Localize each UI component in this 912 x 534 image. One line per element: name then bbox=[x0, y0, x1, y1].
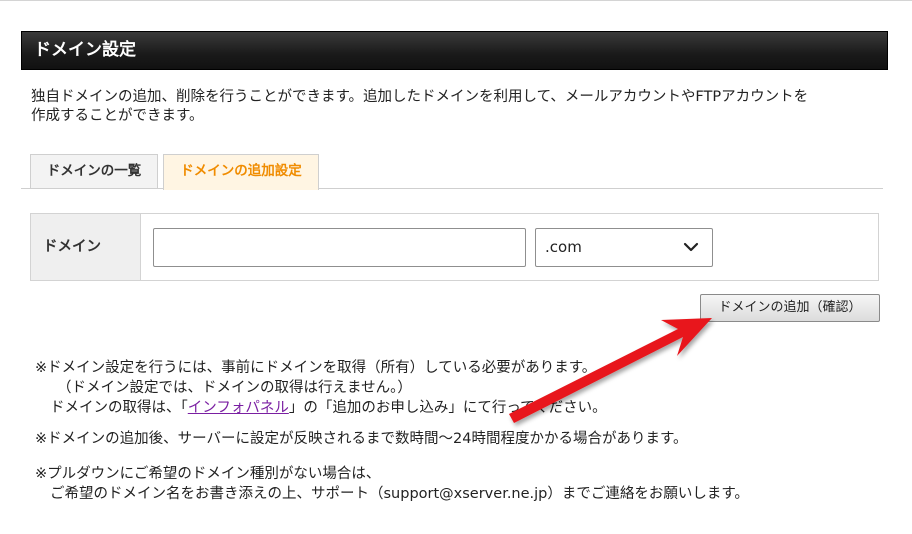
note-1-line-1: ※ドメイン設定を行うには、事前にドメインを取得（所有）している必要があります。 bbox=[35, 360, 597, 376]
domain-input[interactable] bbox=[153, 228, 526, 267]
add-domain-confirm-button[interactable]: ドメインの追加（確認） bbox=[700, 294, 880, 322]
tld-selected-value: .com bbox=[545, 238, 582, 256]
note-2: ※ドメインの追加後、サーバーに設定が反映されるまで数時間～24時間程度かかる場合… bbox=[35, 431, 688, 447]
tld-select[interactable]: .com bbox=[535, 228, 713, 267]
note-1-line-2: （ドメイン設定では、ドメインの取得は行えません。） bbox=[57, 380, 412, 396]
chevron-down-icon bbox=[683, 242, 699, 252]
note-3-line-1: ※プルダウンにご希望のドメイン種別がない場合は、 bbox=[35, 466, 381, 482]
page-title: ドメイン設定 bbox=[21, 31, 888, 70]
note-1-line-3: ドメインの取得は、「インフォパネル」の「追加のお申し込み」にて行ってください。 bbox=[35, 400, 607, 416]
note-1-line-3-post: 」の「追加のお申し込み」にて行ってください。 bbox=[288, 400, 607, 416]
domain-form: ドメイン .com bbox=[30, 213, 879, 281]
description-line-2: 作成することができます。 bbox=[31, 108, 204, 124]
page-description: 独自ドメインの追加、削除を行うことができます。追加したドメインを利用して、メール… bbox=[31, 88, 891, 126]
note-1: ※ドメイン設定を行うには、事前にドメインを取得（所有）している必要があります。 … bbox=[35, 358, 607, 418]
note-3: ※プルダウンにご希望のドメイン種別がない場合は、 ご希望のドメイン名をお書き添え… bbox=[35, 464, 749, 504]
info-panel-link[interactable]: インフォパネル bbox=[188, 400, 289, 416]
tab-domain-add[interactable]: ドメインの追加設定 bbox=[163, 154, 319, 190]
tab-domain-list[interactable]: ドメインの一覧 bbox=[30, 154, 158, 189]
top-divider bbox=[0, 0, 912, 1]
description-line-1: 独自ドメインの追加、削除を行うことができます。追加したドメインを利用して、メール… bbox=[31, 89, 809, 105]
domain-label: ドメイン bbox=[31, 214, 141, 280]
note-1-line-3-pre: ドメインの取得は、「 bbox=[50, 400, 188, 416]
tabs-divider bbox=[21, 188, 883, 189]
note-3-line-2: ご希望のドメイン名をお書き添えの上、サポート（support@xserver.n… bbox=[50, 486, 749, 502]
